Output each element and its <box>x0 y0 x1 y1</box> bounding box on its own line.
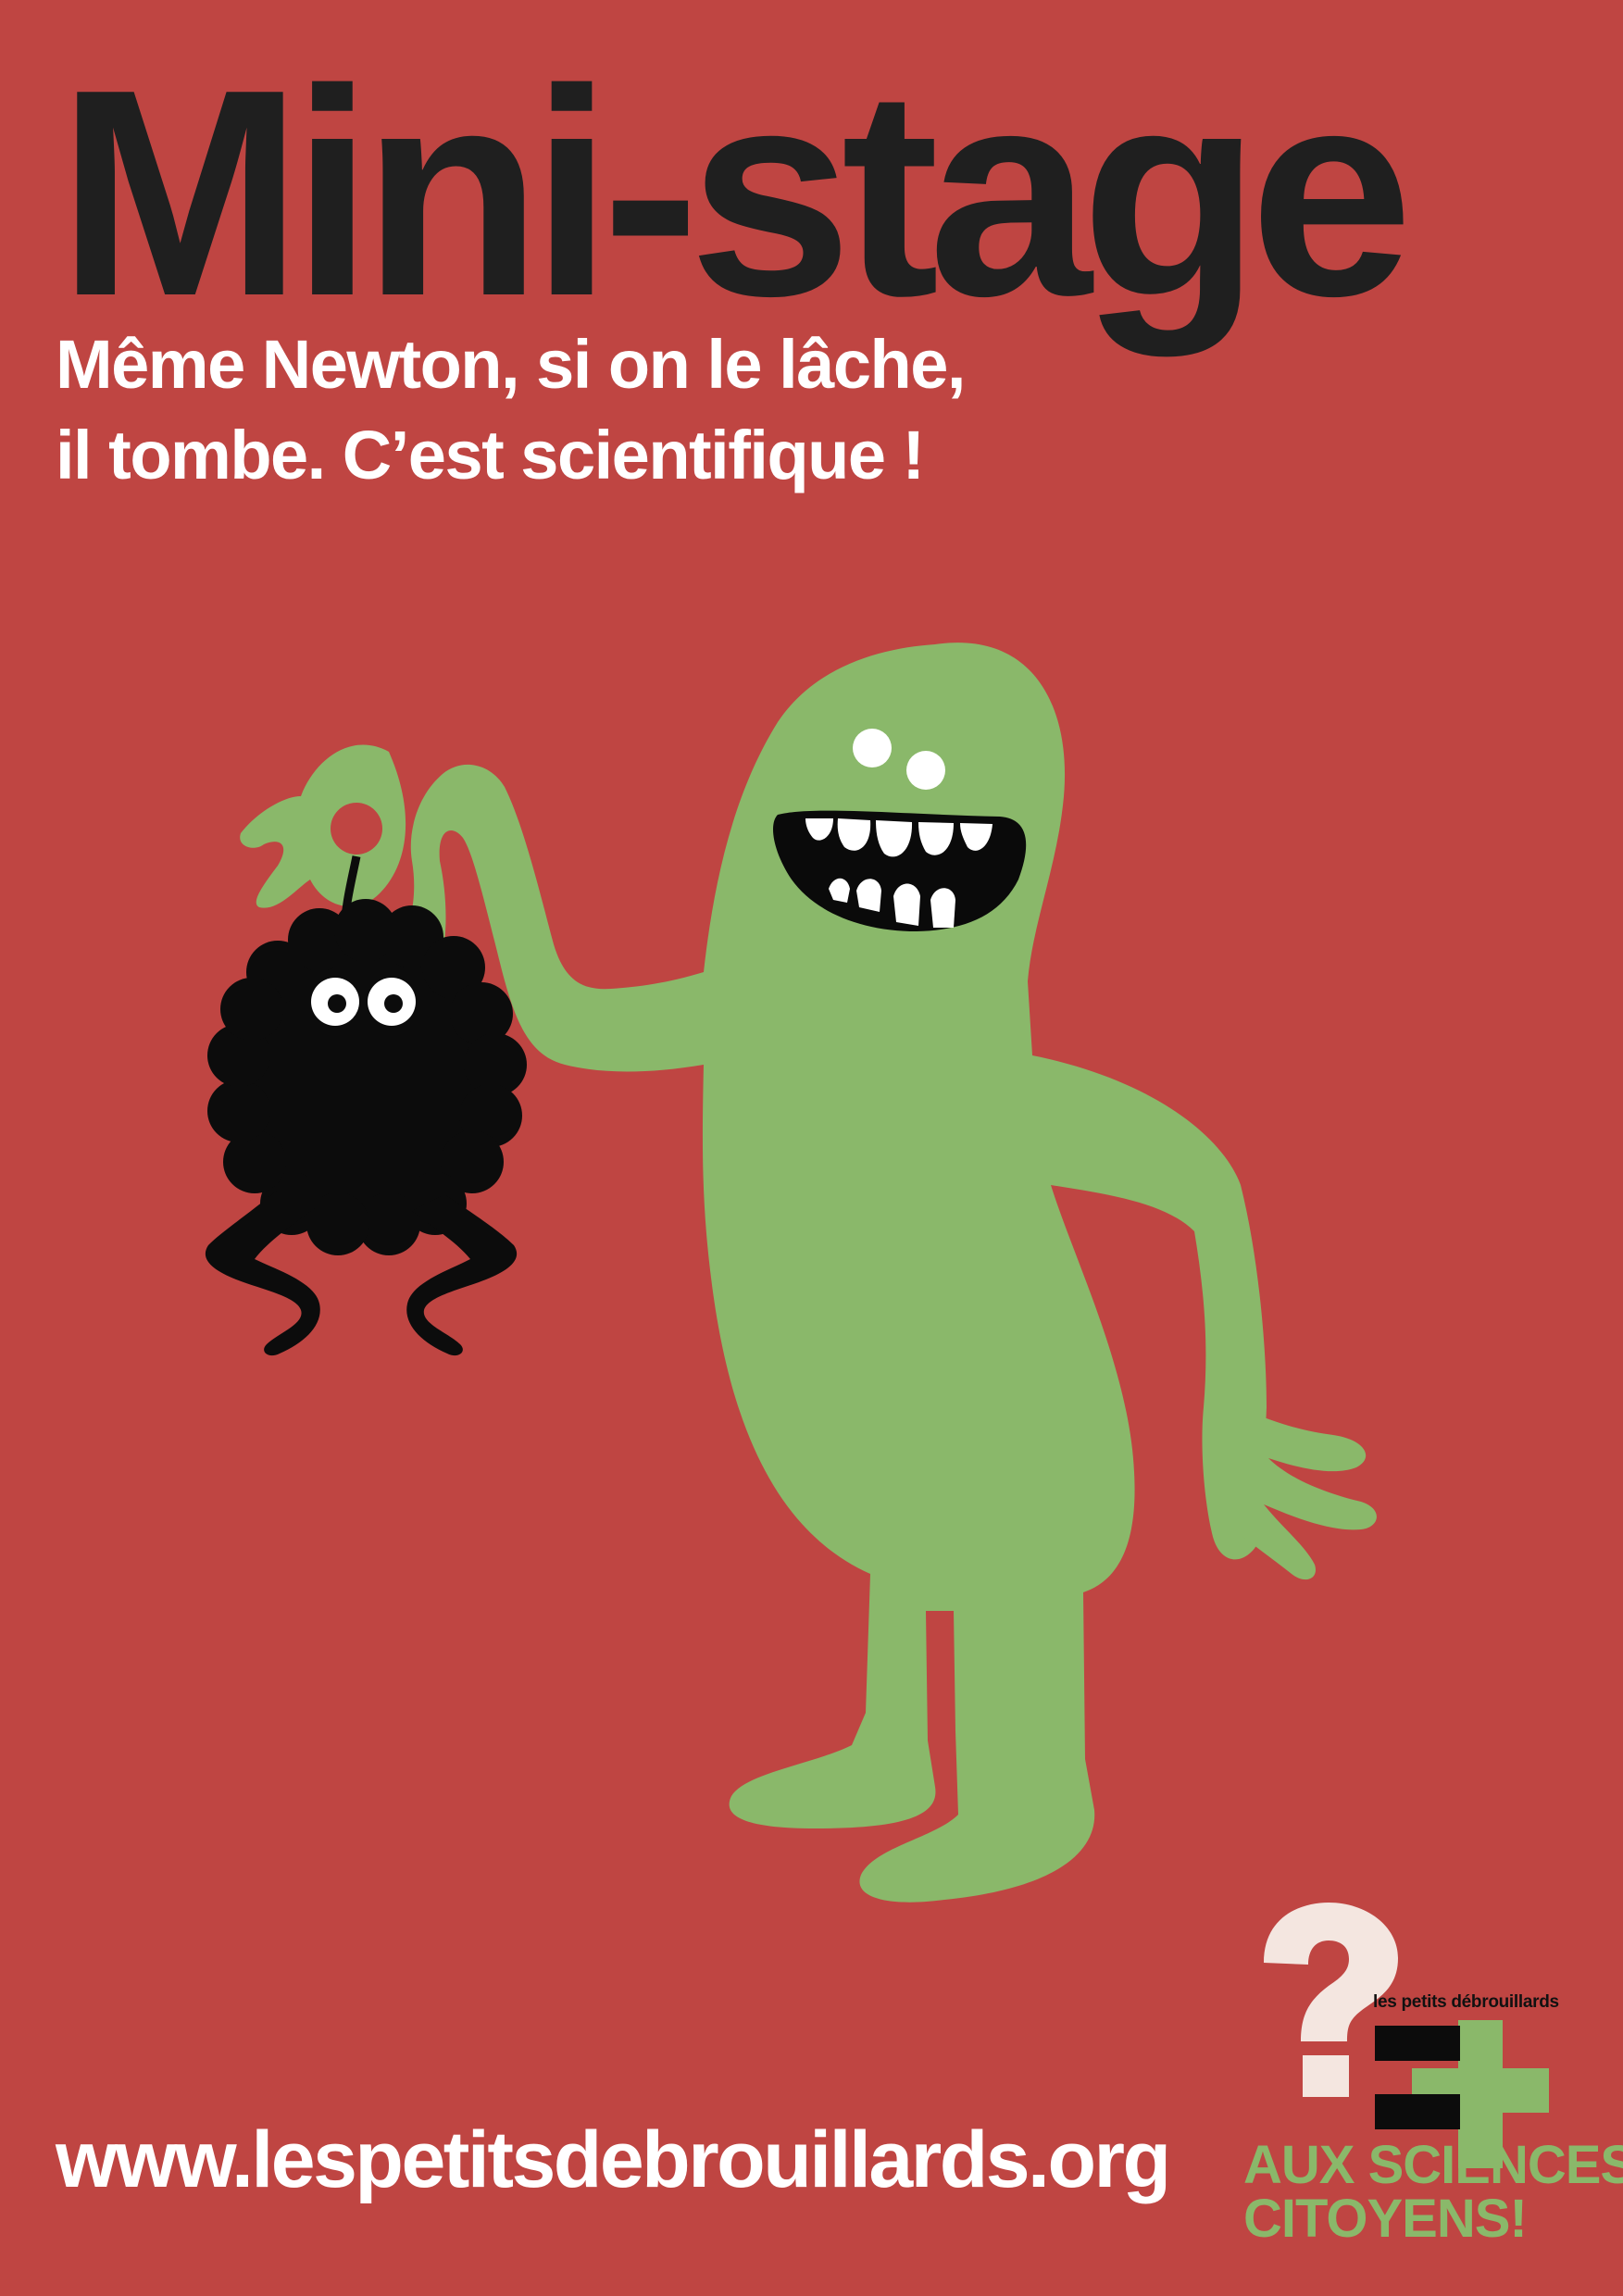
monster-eye-left-icon <box>853 729 892 767</box>
monster-eye-right-icon <box>906 751 945 790</box>
black-fuzzy-creature-icon <box>205 899 527 1356</box>
website-link[interactable]: www.lespetitsdebrouillards.org <box>56 2120 1171 2200</box>
organization-logo: les petits débrouillards AUX SCIENCES CI… <box>1236 1889 1623 2259</box>
logo-org-name: les petits débrouillards <box>1373 1992 1559 2012</box>
logo-tagline-line-1: AUX SCIENCES <box>1243 2135 1623 2195</box>
logo-tagline: AUX SCIENCES CITOYENS! <box>1243 2139 1623 2246</box>
logo-tagline-line-2: CITOYENS! <box>1243 2189 1528 2249</box>
